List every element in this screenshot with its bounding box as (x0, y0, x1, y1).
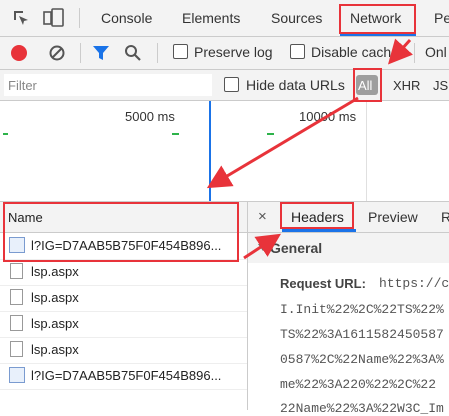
annotation-arrows (206, 38, 413, 260)
arrow-network-to-all (387, 38, 413, 65)
arrow-all-to-request (206, 96, 359, 189)
arrow-request-to-headers (243, 233, 282, 260)
